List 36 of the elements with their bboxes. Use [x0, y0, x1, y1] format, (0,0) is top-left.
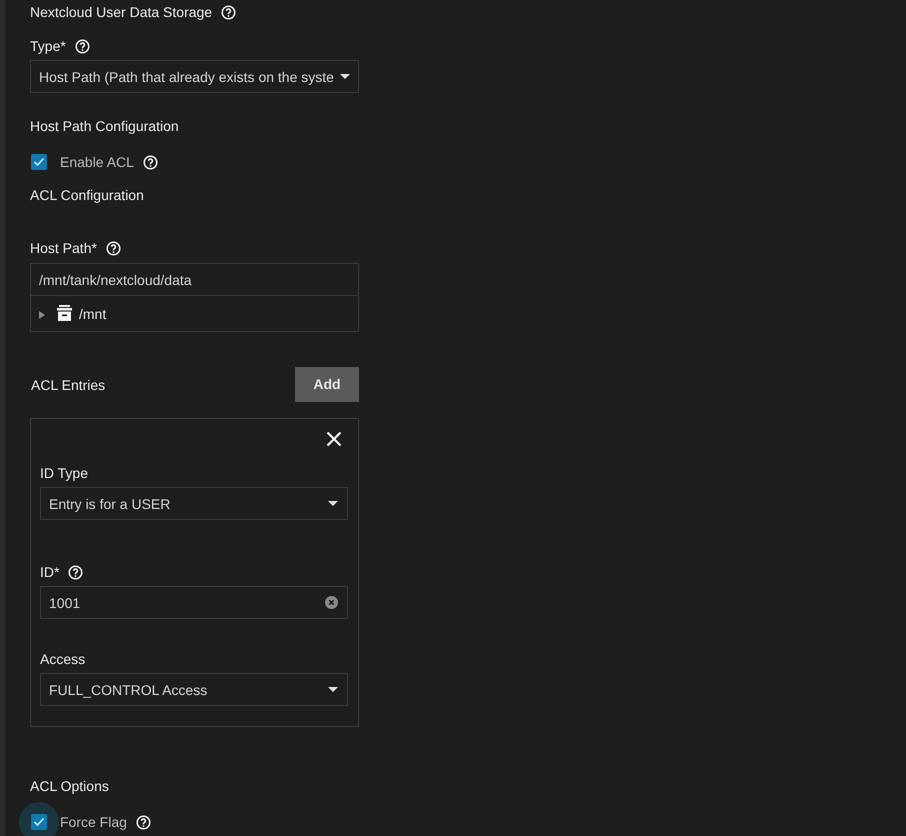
dropdown-arrow-icon [328, 687, 338, 692]
field-label: ID Type [40, 464, 88, 482]
field-label: ID* [40, 563, 60, 581]
expand-icon[interactable] [38, 310, 46, 318]
section-heading: ACL Configuration [30, 186, 144, 204]
archive-icon [56, 305, 73, 322]
field-label: Type* [30, 37, 66, 55]
help-icon[interactable] [221, 4, 236, 20]
help-icon[interactable] [106, 240, 121, 256]
add-button[interactable]: Add [295, 367, 359, 402]
section-heading: ACL Options [30, 777, 109, 795]
section-heading: Nextcloud User Data Storage [30, 3, 212, 21]
checkmark-icon [33, 157, 45, 167]
select-field[interactable]: Entry is for a USER [40, 487, 348, 520]
input-field[interactable]: /mnt/tank/nextcloud/data [30, 263, 359, 296]
tree-node-label[interactable]: /mnt [79, 306, 106, 322]
checkbox[interactable] [31, 814, 47, 830]
clear-icon[interactable] [325, 596, 338, 609]
section-heading: ACL Entries [31, 376, 106, 392]
close-icon[interactable] [324, 429, 344, 449]
help-icon[interactable] [74, 38, 90, 54]
section-heading: Host Path Configuration [30, 117, 179, 135]
checkbox-label: Enable ACL [60, 154, 134, 170]
checkbox[interactable] [31, 154, 47, 170]
select-field[interactable]: Host Path (Path that already exists on the syste [30, 60, 359, 93]
help-icon[interactable] [68, 564, 84, 580]
dropdown-arrow-icon [340, 74, 350, 79]
field-label: Access [40, 650, 86, 668]
help-icon[interactable] [142, 154, 158, 170]
select-field[interactable]: FULL_CONTROL Access [40, 673, 348, 706]
checkbox-label: Force Flag [60, 814, 127, 830]
help-icon[interactable] [136, 814, 151, 830]
input-field[interactable]: 1001 [40, 586, 348, 619]
dropdown-arrow-icon [328, 501, 338, 506]
checkmark-icon [33, 817, 45, 827]
field-label: Host Path* [30, 239, 97, 257]
